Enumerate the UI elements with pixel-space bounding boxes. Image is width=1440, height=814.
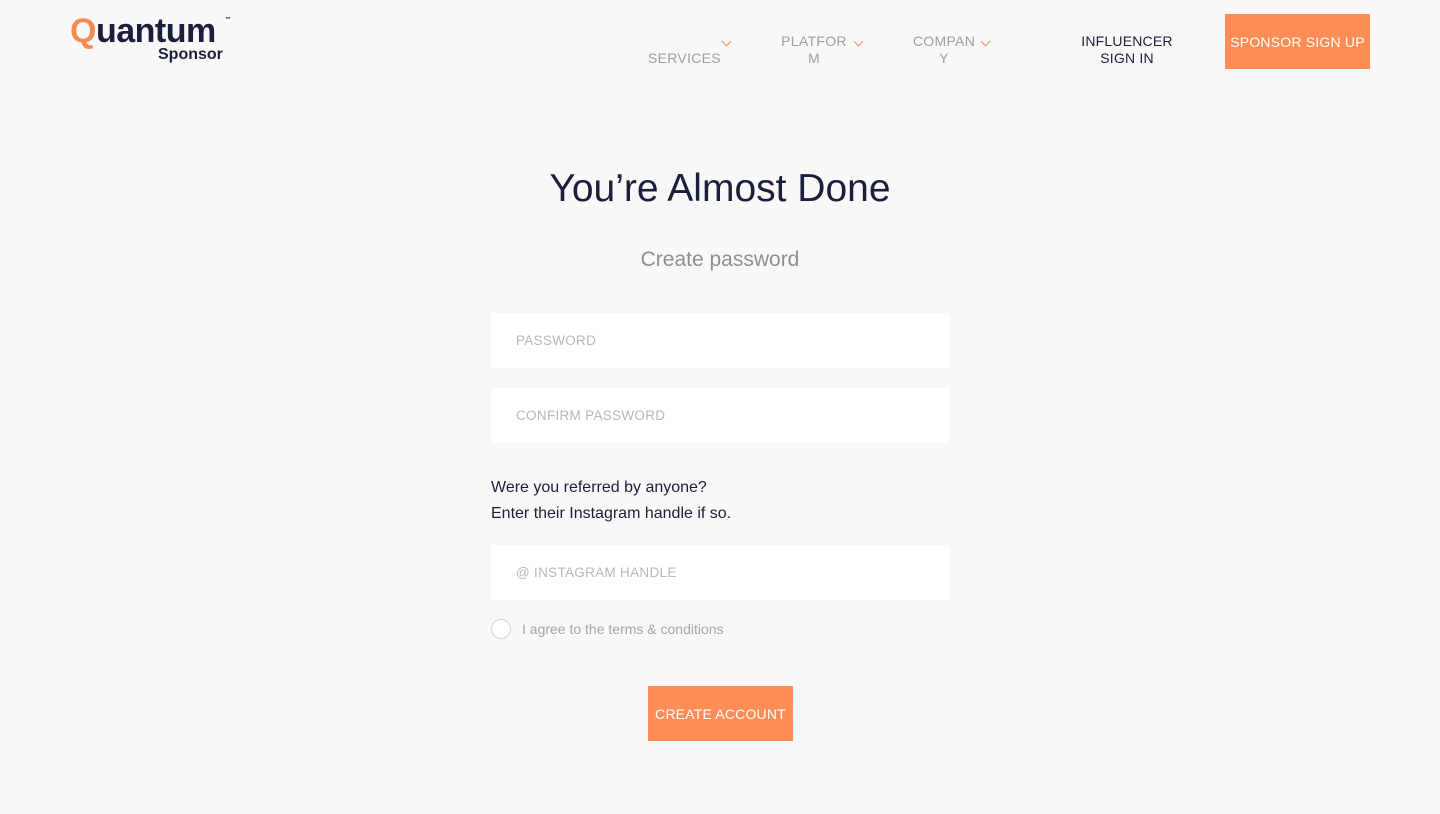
terms-label[interactable]: I agree to the terms & conditions — [522, 620, 724, 638]
nav-platform[interactable]: PLATFORM — [781, 33, 847, 67]
influencer-sign-in-link[interactable]: INFLUENCER SIGN IN — [1062, 33, 1192, 67]
nav-services-label: SERVICES — [648, 50, 721, 66]
logo-subtitle: Sponsor — [158, 46, 223, 63]
chevron-down-icon[interactable] — [980, 36, 991, 47]
logo-wordmark: Quantum — [70, 12, 216, 50]
referral-instructions: Enter their Instagram handle if so. — [491, 505, 732, 522]
create-account-button[interactable]: CREATE ACCOUNT — [648, 686, 793, 741]
password-input[interactable] — [491, 313, 950, 368]
chevron-down-icon[interactable] — [721, 36, 732, 47]
terms-checkbox[interactable] — [491, 619, 511, 639]
referral-question: Were you referred by anyone? — [491, 479, 707, 496]
quantum-sponsor-logo[interactable]: Quantum ™ Sponsor — [70, 14, 240, 68]
page-title: You’re Almost Done — [549, 167, 891, 210]
nav-company-label: COMPANY — [912, 33, 976, 66]
nav-services[interactable]: SERVICES — [648, 50, 721, 67]
signup-page: Quantum ™ Sponsor SERVICES PLATFORM COMP… — [0, 0, 1440, 814]
nav-platform-label: PLATFORM — [781, 33, 847, 66]
sponsor-sign-up-button[interactable]: SPONSOR SIGN UP — [1225, 14, 1370, 69]
referral-prompt: Were you referred by anyone? Enter their… — [491, 475, 951, 527]
confirm-password-input[interactable] — [491, 388, 950, 443]
instagram-handle-input[interactable] — [491, 545, 950, 600]
chevron-down-icon[interactable] — [853, 36, 864, 47]
logo-trademark: ™ — [225, 17, 231, 23]
page-subtitle: Create password — [640, 248, 800, 271]
nav-company[interactable]: COMPANY — [911, 33, 977, 67]
